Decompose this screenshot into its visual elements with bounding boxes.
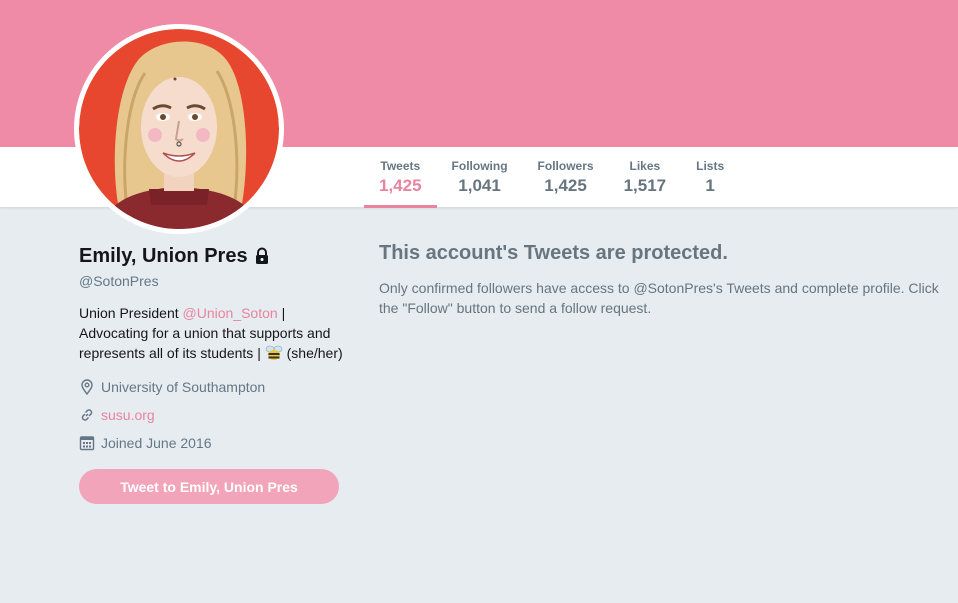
protected-notice: This account's Tweets are protected. Onl… [379, 240, 949, 318]
profile-bio: Union President @Union_Soton | Advocatin… [79, 303, 344, 363]
protected-title: This account's Tweets are protected. [379, 242, 728, 264]
location-text: University of Southampton [101, 379, 266, 395]
stat-label: Followers [537, 159, 594, 173]
location-pin-icon [81, 379, 93, 395]
stat-following[interactable]: Following 1,041 [437, 147, 523, 207]
lock-icon [255, 247, 268, 264]
profile-name[interactable]: Emily, Union Pres [79, 243, 248, 269]
avatar[interactable] [74, 24, 284, 234]
profile-stats: Tweets 1,425 Following 1,041 Followers 1… [364, 147, 739, 208]
stat-label: Following [451, 159, 508, 173]
profile-location: University of Southampton [79, 377, 344, 397]
stat-followers[interactable]: Followers 1,425 [523, 147, 609, 207]
tweet-to-button[interactable]: Tweet to Emily, Union Pres [79, 469, 339, 504]
profile-card: Emily, Union Pres @SotonPres Union Presi… [79, 243, 344, 504]
link-icon [81, 409, 93, 421]
website-link[interactable]: susu.org [101, 407, 155, 423]
stat-value: 1,425 [544, 176, 587, 195]
profile-joined: Joined June 2016 [79, 433, 344, 453]
bio-text: (she/her) [282, 345, 343, 361]
stat-label: Likes [629, 159, 661, 173]
protected-body: Only confirmed followers have access to … [379, 280, 939, 316]
profile-meta: University of Southampton susu.org Joine… [79, 377, 344, 453]
stat-value: 1 [705, 176, 715, 195]
joined-text: Joined June 2016 [101, 435, 212, 451]
stat-label: Lists [696, 159, 725, 173]
stat-lists[interactable]: Lists 1 [681, 147, 739, 207]
profile-handle[interactable]: @SotonPres [79, 271, 344, 291]
bio-mention-link[interactable]: @Union_Soton [183, 305, 278, 321]
stat-value: 1,041 [458, 176, 501, 195]
calendar-icon [79, 436, 95, 451]
profile-name-row: Emily, Union Pres [79, 243, 344, 269]
avatar-illustration [79, 29, 279, 229]
stat-value: 1,425 [379, 176, 422, 195]
bio-text: Union President [79, 305, 183, 321]
stat-label: Tweets [380, 159, 421, 173]
bee-icon [265, 345, 283, 360]
profile-website: susu.org [79, 405, 344, 425]
stat-tweets[interactable]: Tweets 1,425 [364, 147, 437, 208]
stat-likes[interactable]: Likes 1,517 [609, 147, 682, 207]
stat-value: 1,517 [623, 176, 667, 195]
